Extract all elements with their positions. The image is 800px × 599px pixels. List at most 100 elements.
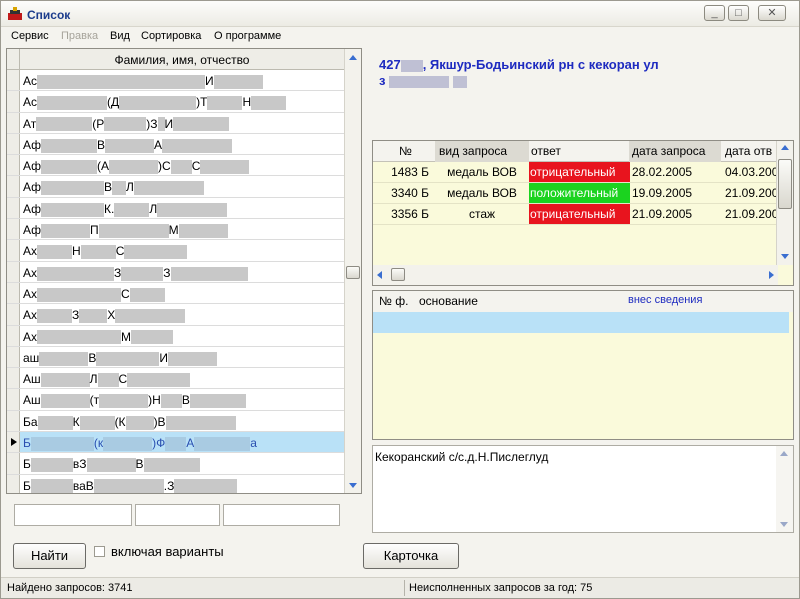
app-icon: [8, 7, 22, 20]
scroll-left-icon[interactable]: [377, 271, 382, 279]
maximize-button[interactable]: □: [728, 5, 749, 21]
list-item[interactable]: Аф В А: [7, 133, 344, 156]
list-item[interactable]: Аф К. Л: [7, 197, 344, 220]
notes-scrollbar[interactable]: [776, 446, 793, 532]
scroll-down-icon[interactable]: [780, 522, 788, 527]
menu-service[interactable]: Сервис: [11, 30, 49, 42]
list-item[interactable]: Ах Н С: [7, 240, 344, 262]
list-item[interactable]: Ба К (К)В: [7, 410, 344, 433]
scroll-up-icon[interactable]: [780, 451, 788, 456]
close-button[interactable]: ✕: [758, 5, 786, 21]
full-name: Аф П М: [23, 223, 228, 238]
filter-field-3[interactable]: [223, 504, 340, 526]
scroll-down-icon[interactable]: [349, 483, 357, 488]
full-name: БваВ .З: [23, 479, 238, 493]
list-item[interactable]: Аш Л С: [7, 368, 344, 390]
list-item[interactable]: Ах З З: [7, 261, 344, 283]
list-item[interactable]: Ах М: [7, 325, 344, 347]
list-item[interactable]: Аф (А)С С: [7, 155, 344, 177]
address: 427, Якшур-Бодьинский рн с кекоран ул з: [379, 57, 779, 89]
scroll-thumb[interactable]: [346, 266, 360, 279]
cell-answer-date: 04.03.200: [725, 165, 778, 179]
list-item[interactable]: Б (к)Ф Аа: [7, 432, 344, 454]
list-item[interactable]: Ас И: [7, 70, 344, 92]
full-name: Ах С: [23, 287, 165, 302]
find-button[interactable]: Найти: [13, 543, 86, 569]
variants-checkbox[interactable]: [94, 546, 105, 557]
list-item[interactable]: аш В И: [7, 346, 344, 369]
requests-table[interactable]: № вид запроса ответ дата запроса дата от…: [372, 140, 794, 286]
full-name: Аф В Л: [23, 180, 204, 196]
menu-about[interactable]: О программе: [214, 30, 281, 42]
list-scrollbar[interactable]: [344, 49, 361, 493]
requests-hscroll[interactable]: [373, 265, 778, 285]
list-item[interactable]: Ас (Д)Т Н: [7, 91, 344, 113]
full-name: Аш (т)Н В: [23, 393, 246, 409]
col-answer-date[interactable]: дата отв: [725, 144, 772, 158]
table-row[interactable]: 3356 Б стаж отрицательный 21.09.2005 21.09.2…: [373, 204, 778, 225]
row-indicator: [7, 219, 20, 240]
list-item[interactable]: Ат (Р)З И: [7, 112, 344, 134]
scroll-thumb[interactable]: [778, 159, 792, 209]
row-indicator: [7, 133, 20, 155]
list-item[interactable]: Аш (т)Н В: [7, 389, 344, 411]
scroll-right-icon[interactable]: [769, 271, 774, 279]
cell-request-type: стаж: [468, 207, 496, 221]
table-row[interactable]: 1483 Б медаль ВОВ отрицательный 28.02.2005 0…: [373, 162, 778, 183]
requests-vscroll[interactable]: [776, 141, 793, 265]
menu-view[interactable]: Вид: [110, 30, 130, 42]
list-item[interactable]: БваВ .З: [7, 474, 344, 493]
col-basis[interactable]: основание: [419, 294, 478, 308]
scroll-up-icon[interactable]: [781, 145, 789, 150]
main-window: Список _ □ ✕ Сервис Правка Вид Сортировк…: [0, 0, 800, 599]
list-item[interactable]: Аф П М: [7, 219, 344, 241]
requests-header: № вид запроса ответ дата запроса дата от…: [373, 141, 778, 162]
status-bar: Найдено запросов: 3741 Неисполненных зап…: [1, 577, 799, 598]
row-indicator: [7, 389, 20, 410]
menu-edit[interactable]: Правка: [61, 30, 98, 42]
card-button[interactable]: Карточка: [363, 543, 459, 569]
filter-field-2[interactable]: [135, 504, 220, 526]
table-row[interactable]: 3340 Б медаль ВОВ положительный 19.09.2005 2…: [373, 183, 778, 204]
col-number[interactable]: №: [399, 144, 412, 158]
col-answer[interactable]: ответ: [531, 144, 561, 158]
status-pending: Неисполненных запросов за год: 75: [409, 582, 593, 594]
scroll-thumb[interactable]: [391, 268, 405, 281]
row-indicator: [7, 474, 20, 493]
basis-table[interactable]: № ф. основание внес сведения: [372, 290, 794, 440]
filter-field-1[interactable]: [14, 504, 132, 526]
notes-memo[interactable]: Кекоранский с/с.д.Н.Пислеглуд: [372, 445, 794, 533]
cell-request-date: 28.02.2005: [632, 165, 693, 179]
basis-header: № ф. основание внес сведения: [373, 291, 793, 312]
address-line-1: 427, Якшур-Бодьинский рн с кекоран ул: [379, 57, 659, 72]
row-indicator: [7, 112, 20, 133]
row-indicator: [7, 304, 20, 325]
list-item[interactable]: Ах С: [7, 282, 344, 305]
minimize-button[interactable]: _: [704, 5, 725, 21]
cell-answer: отрицательный: [530, 207, 616, 221]
title-bar[interactable]: Список _ □ ✕: [1, 1, 799, 27]
col-request-type[interactable]: вид запроса: [439, 144, 507, 158]
basis-selected-row[interactable]: [373, 312, 789, 333]
full-name: Ат (Р)З И: [23, 117, 230, 132]
row-indicator: [7, 346, 20, 368]
list-item[interactable]: БвЗ В: [7, 453, 344, 475]
row-indicator: [7, 91, 20, 112]
address-line-2: з: [379, 73, 779, 89]
cell-request-type: медаль ВОВ: [447, 165, 517, 179]
full-name: Ас И: [23, 74, 263, 89]
list-item[interactable]: Аф В Л: [7, 176, 344, 198]
col-request-date[interactable]: дата запроса: [632, 144, 705, 158]
menu-sort[interactable]: Сортировка: [141, 30, 201, 42]
cell-answer-date: 21.09.200: [725, 186, 778, 200]
list-header[interactable]: Фамилия, имя, отчество: [7, 49, 344, 70]
col-entered-by[interactable]: внес сведения: [628, 294, 702, 306]
col-fund-number[interactable]: № ф.: [379, 294, 408, 308]
scroll-up-icon[interactable]: [349, 55, 357, 60]
cell-answer-date: 21.09.200: [725, 207, 778, 221]
list-item[interactable]: Ах З Х: [7, 304, 344, 326]
name-list[interactable]: Фамилия, имя, отчество Ас И Ас (Д)Т Н Ат (Р)З И…: [6, 48, 362, 494]
full-name: Аф В А: [23, 138, 233, 153]
column-full-name[interactable]: Фамилия, имя, отчество: [20, 53, 344, 67]
scroll-down-icon[interactable]: [781, 254, 789, 259]
